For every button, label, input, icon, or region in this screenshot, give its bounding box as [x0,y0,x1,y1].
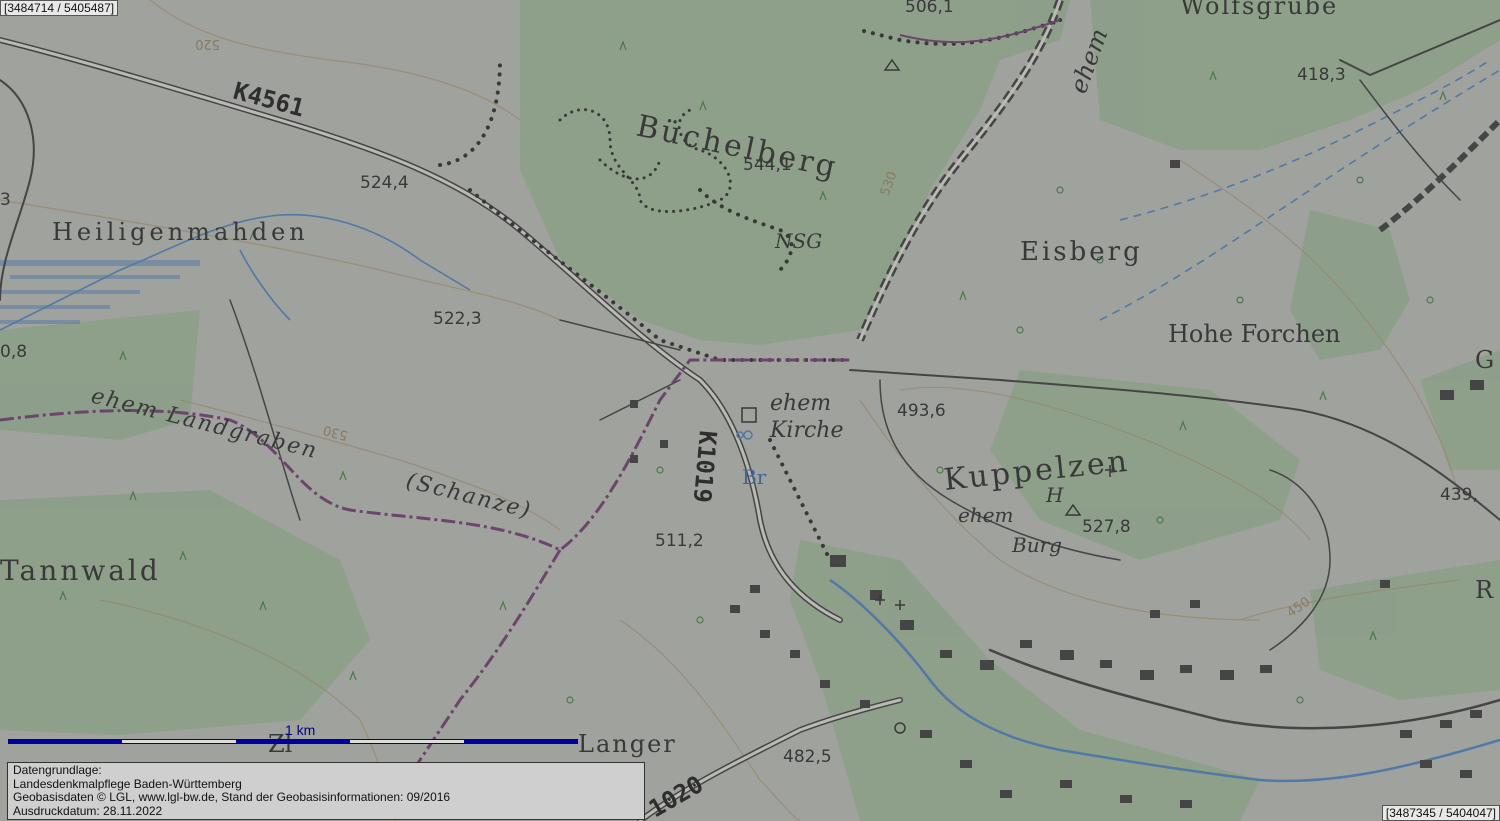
scale-segment [464,739,578,744]
road [229,299,301,521]
label-ehem-kirche-2: Kirche [769,418,844,443]
contour-520: 520 [195,36,220,51]
stream [239,249,291,321]
label-eisberg: Eisberg [1020,237,1143,267]
elevation-511-2: 511,2 [655,531,704,551]
forest-area [0,490,370,735]
elevation-522-3: 522,3 [433,309,482,329]
label-hohe-forchen: Hohe Forchen [1168,320,1341,348]
label-wolfsgrube: Wolfsgrube [1180,0,1338,20]
forest-area [1090,0,1500,150]
coordinate-bottom-right: [3487345 / 5404047] [1381,805,1500,821]
road-label-k1019: K1019 [688,429,722,503]
scale-label: 1 km [285,722,316,738]
label-br: Br [742,465,767,489]
elevation-527-8: 527,8 [1082,517,1131,537]
scale-segment [8,739,122,744]
label-ehem-burg-1: ehem [958,503,1014,527]
label-three: 3 [0,190,11,210]
elevation-482-5: 482,5 [783,747,832,767]
label-ehem-burg-2: Burg [1011,533,1062,557]
well-icon [743,430,753,440]
label-g: G [1475,346,1494,374]
label-ehem-kirche-1: ehem [770,391,831,416]
label-langer: Langer [578,730,677,758]
topographic-map[interactable]: Büchelberg Heiligenmahden Eisberg Hohe F… [0,0,1500,821]
label-schanze: (Schanze) [404,469,535,524]
label-h: H [1045,483,1064,507]
elevation-439: 439, [1440,485,1478,505]
scale-bar: 1 km [8,722,580,746]
attribution-line: Geobasisdaten © LGL, www.lgl-bw.de, Stan… [13,790,451,804]
forest-area [790,540,1260,821]
road-label-k1020: 1020 [644,770,708,821]
elevation-0-8: 0,8 [0,342,27,362]
church-icon [741,407,757,423]
road [599,379,681,421]
scale-segment [122,739,236,744]
label-r: R [1475,576,1494,604]
coordinate-top-left: [3484714 / 5405487] [0,0,119,16]
elevation-493-6: 493,6 [897,401,946,421]
elevation-524-4: 524,4 [360,173,409,193]
attribution-box: Datengrundlage: Landesdenkmalpflege Bade… [7,762,645,820]
attribution-line: Datengrundlage: [13,763,102,777]
label-tannwald: Tannwald [0,554,161,587]
label-heiligenmahden: Heiligenmahden [52,218,309,246]
elevation-418-3: 418,3 [1297,65,1346,85]
elevation-544-1: 544,1 [743,155,792,175]
label-nsg: NSG [774,229,822,253]
scale-segment [350,739,464,744]
attribution-line: Ausdruckdatum: 28.11.2022 [13,803,163,818]
forest-area [1310,560,1500,700]
elevation-506-1: 506,1 [905,0,954,17]
forest-areas [0,0,1500,821]
scale-segment [236,739,350,744]
attribution-line: Landesdenkmalpflege Baden-Württemberg [13,776,242,791]
